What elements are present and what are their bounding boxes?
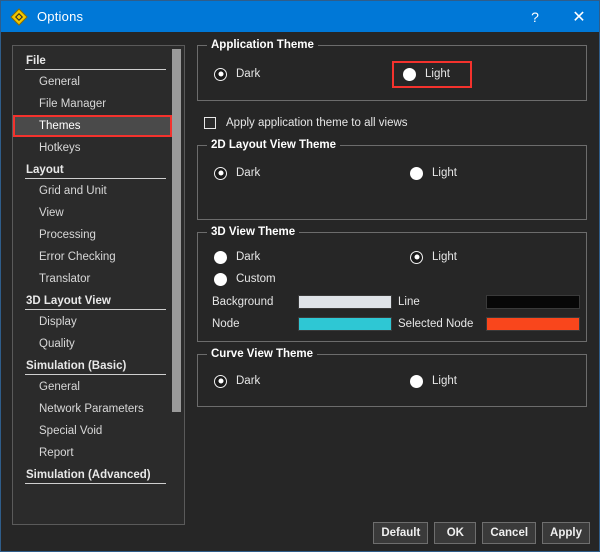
settings-category-tree[interactable]: File General File Manager Themes Hotkeys Layo…	[12, 45, 185, 525]
radio-curve-theme-light[interactable]: Light	[410, 374, 457, 388]
radio-3d-theme-dark[interactable]: Dark	[214, 250, 394, 264]
tree-group-layout[interactable]: Layout	[13, 159, 172, 180]
radio-indicator-hover-icon	[214, 250, 227, 264]
sidebar-item-grid-and-unit[interactable]: Grid and Unit	[13, 180, 172, 202]
help-button[interactable]: ?	[513, 1, 557, 32]
radio-label-light: Light	[432, 251, 457, 263]
radio-label-dark: Dark	[236, 251, 261, 263]
group-curve-view-theme: Curve View Theme Dark Light	[197, 348, 587, 407]
sidebar-item-processing[interactable]: Processing	[13, 224, 172, 246]
radio-curve-theme-dark[interactable]: Dark	[214, 374, 394, 388]
radio-3d-theme-light[interactable]: Light	[410, 250, 457, 264]
settings-panel: Application Theme Dark Light Apply appli…	[197, 39, 587, 419]
title-bar: Options ? ✕	[1, 1, 599, 32]
checkbox-indicator-unchecked-icon	[204, 117, 216, 129]
checkbox-apply-theme-all-views[interactable]: Apply application theme to all views	[204, 113, 587, 133]
radio-indicator-hover-icon	[410, 374, 423, 388]
sidebar-item-report[interactable]: Report	[13, 442, 172, 464]
sidebar-item-themes[interactable]: Themes	[13, 115, 172, 137]
radio-2d-theme-dark[interactable]: Dark	[214, 166, 394, 180]
radio-indicator-selected-icon	[214, 374, 227, 388]
radio-3d-theme-custom[interactable]: Custom	[214, 272, 394, 286]
radio-label-dark: Dark	[236, 167, 261, 179]
radio-app-theme-dark[interactable]: Dark	[214, 67, 394, 81]
group-label-curve-view-theme: Curve View Theme	[207, 348, 318, 360]
tree-list: File General File Manager Themes Hotkeys Layo…	[13, 46, 172, 485]
radio-indicator-hover-icon	[410, 166, 423, 180]
sidebar-item-network-parameters[interactable]: Network Parameters	[13, 398, 172, 420]
color-row-background-line: Background Line	[198, 293, 586, 310]
default-button[interactable]: Default	[373, 522, 429, 544]
sidebar-scrollbar-thumb[interactable]	[172, 49, 181, 412]
radio-app-theme-light[interactable]: Light	[392, 60, 472, 88]
options-dialog: Options ? ✕ File General File Manager Theme…	[0, 0, 600, 552]
group-label-application-theme: Application Theme	[207, 39, 318, 51]
window-title: Options	[37, 9, 84, 24]
group-application-theme: Application Theme Dark Light	[197, 39, 587, 101]
radio-label-dark: Dark	[236, 68, 261, 80]
radio-label-light: Light	[425, 68, 450, 80]
group-label-2d-layout-view-theme: 2D Layout View Theme	[207, 139, 341, 151]
tree-group-simulation-advanced[interactable]: Simulation (Advanced)	[13, 464, 172, 485]
color-swatch-node[interactable]	[298, 316, 392, 331]
sidebar-item-quality[interactable]: Quality	[13, 333, 172, 355]
radio-label-custom: Custom	[236, 273, 276, 285]
tree-group-file[interactable]: File	[13, 50, 172, 71]
close-button[interactable]: ✕	[557, 1, 599, 32]
sidebar-item-file-manager[interactable]: File Manager	[13, 93, 172, 115]
color-swatch-selected-node[interactable]	[486, 316, 580, 331]
sidebar-item-translator[interactable]: Translator	[13, 268, 172, 290]
ok-button[interactable]: OK	[434, 522, 477, 544]
radio-label-light: Light	[432, 375, 457, 387]
color-label-selected-node: Selected Node	[398, 317, 474, 330]
radio-label-light: Light	[432, 167, 457, 179]
radio-indicator-selected-icon	[214, 166, 227, 180]
group-label-3d-view-theme: 3D View Theme	[207, 226, 300, 238]
color-label-node: Node	[212, 317, 240, 330]
sidebar-item-general[interactable]: General	[13, 71, 172, 93]
sidebar-item-hotkeys[interactable]: Hotkeys	[13, 137, 172, 159]
dialog-body: File General File Manager Themes Hotkeys Layo…	[1, 32, 599, 551]
diamond-app-icon	[10, 7, 28, 26]
group-2d-layout-view-theme: 2D Layout View Theme Dark Light	[197, 139, 587, 220]
radio-indicator-selected-icon	[214, 67, 227, 81]
dialog-footer: Default OK Cancel Apply	[373, 522, 590, 544]
checkbox-label-apply-all-views: Apply application theme to all views	[226, 117, 408, 129]
radio-label-dark: Dark	[236, 375, 261, 387]
sidebar-item-view[interactable]: View	[13, 202, 172, 224]
radio-indicator-hover-icon	[214, 272, 227, 286]
color-swatch-background[interactable]	[298, 294, 392, 309]
cancel-button[interactable]: Cancel	[482, 522, 537, 544]
radio-2d-theme-light[interactable]: Light	[410, 166, 457, 180]
color-label-background: Background	[212, 295, 274, 308]
sidebar-item-special-void[interactable]: Special Void	[13, 420, 172, 442]
group-3d-view-theme: 3D View Theme Dark Light Custom Backgrou…	[197, 226, 587, 342]
sidebar-item-general[interactable]: General	[13, 376, 172, 398]
tree-group-simulation-basic[interactable]: Simulation (Basic)	[13, 355, 172, 376]
radio-indicator-selected-icon	[410, 250, 423, 264]
color-swatch-line[interactable]	[486, 294, 580, 309]
color-row-node-selected: Node Selected Node	[198, 315, 586, 332]
color-label-line: Line	[398, 295, 420, 308]
sidebar-item-display[interactable]: Display	[13, 311, 172, 333]
sidebar-scrollbar-track[interactable]	[172, 47, 183, 524]
radio-indicator-hover-icon	[403, 67, 416, 81]
tree-group-3d-layout-view[interactable]: 3D Layout View	[13, 290, 172, 311]
sidebar-item-error-checking[interactable]: Error Checking	[13, 246, 172, 268]
apply-button[interactable]: Apply	[542, 522, 590, 544]
